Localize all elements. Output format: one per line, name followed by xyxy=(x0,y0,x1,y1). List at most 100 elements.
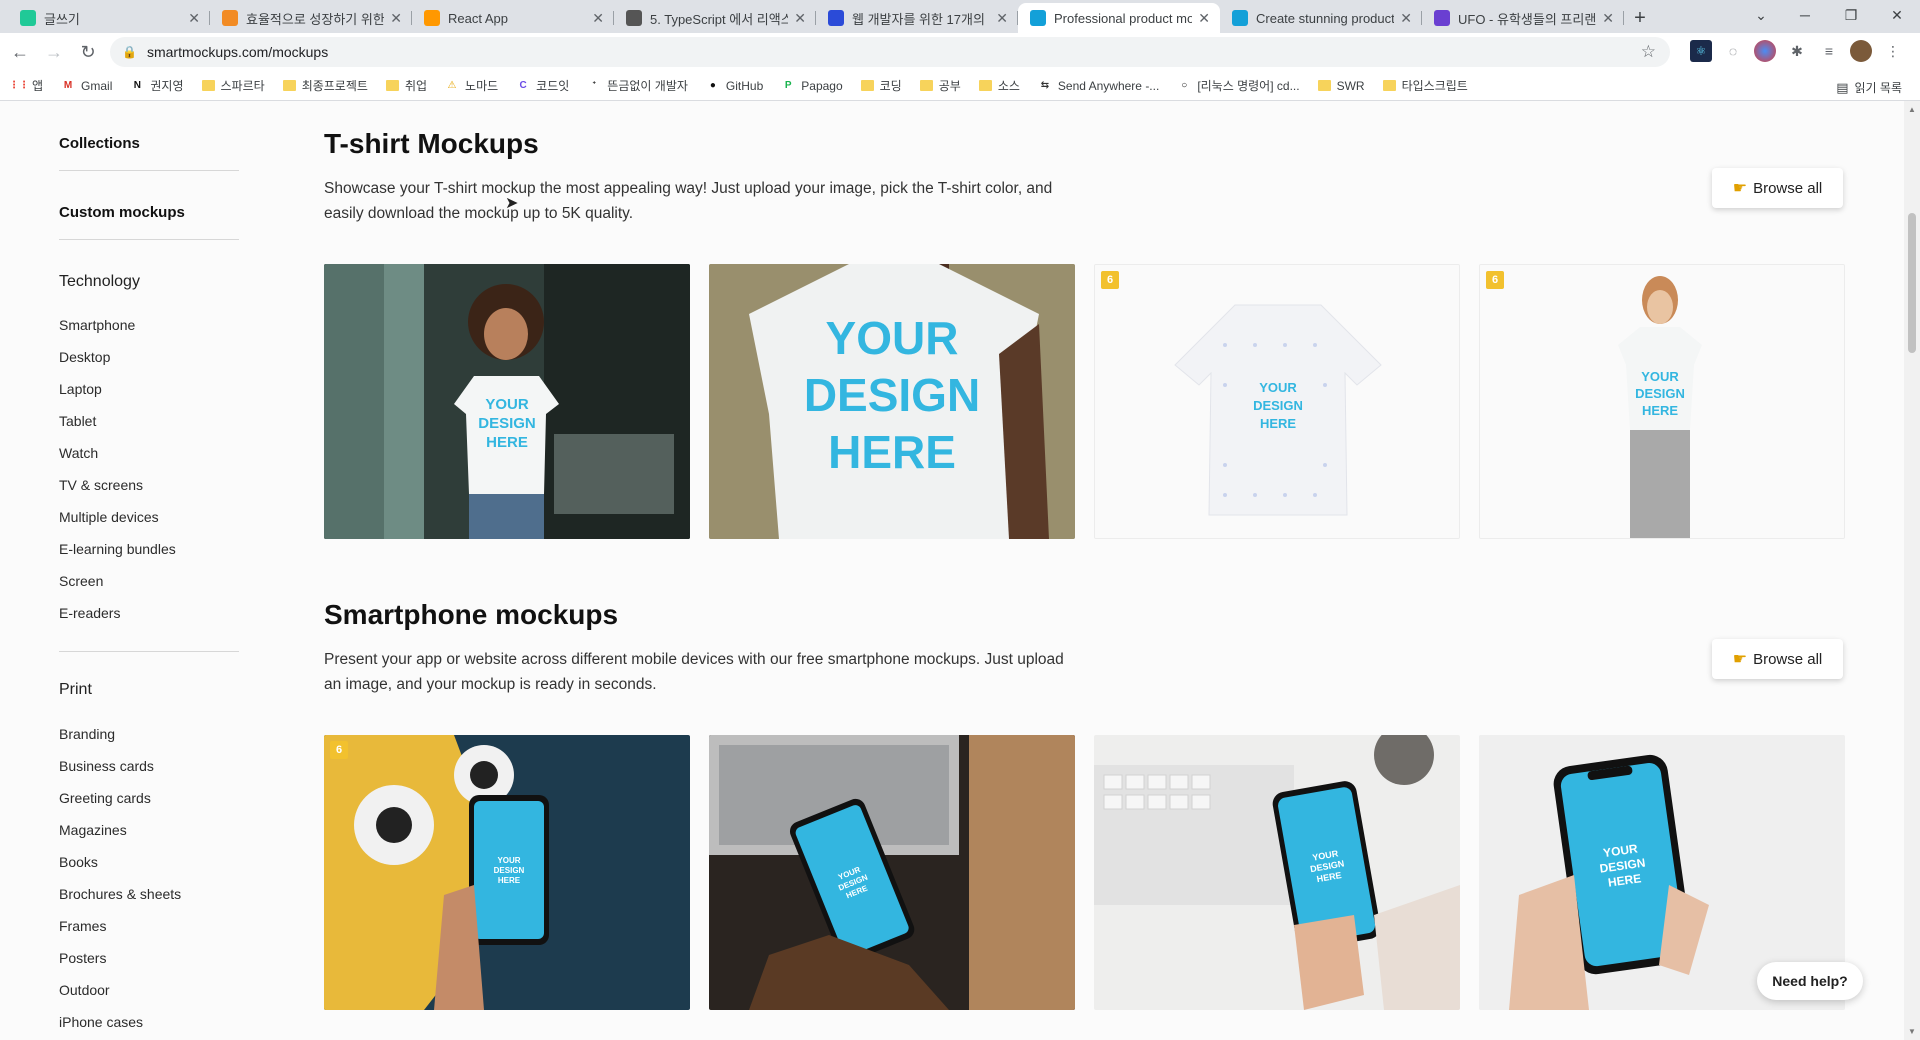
sidebar-item-frames[interactable]: Frames xyxy=(59,910,239,942)
browser-tab[interactable]: UFO - 유학생들의 프리랜 ✕ xyxy=(1422,3,1624,33)
bookmark-item[interactable]: 타입스크립트 xyxy=(1382,77,1468,94)
forward-button[interactable]: → xyxy=(40,38,68,66)
sidebar-item-watch[interactable]: Watch xyxy=(59,437,239,469)
tab-close-icon[interactable]: ✕ xyxy=(1198,10,1210,27)
sidebar-print-heading[interactable]: Print xyxy=(59,675,239,705)
sidebar-item-posters[interactable]: Posters xyxy=(59,942,239,974)
tab-close-icon[interactable]: ✕ xyxy=(592,10,604,27)
browser-tab[interactable]: 글쓰기 ✕ xyxy=(8,3,210,33)
bookmark-item[interactable]: ⚠ 노마드 xyxy=(445,77,499,94)
reading-list-button[interactable]: ▤ 읽기 목록 xyxy=(1836,79,1902,96)
bookmark-item[interactable]: ○ [리눅스 명령어] cd... xyxy=(1177,77,1299,94)
bookmark-item[interactable]: 소스 xyxy=(978,77,1020,94)
mockup-card-tshirt-3[interactable]: 6 YOUR DESIGN HERE xyxy=(1094,264,1460,539)
avatar[interactable] xyxy=(1850,40,1872,62)
sidebar-item-outdoor[interactable]: Outdoor xyxy=(59,974,239,1006)
bookmark-item[interactable]: SWR xyxy=(1317,79,1365,93)
sidebar-item-desktop[interactable]: Desktop xyxy=(59,341,239,373)
page-scrollbar[interactable]: ▲ ▼ xyxy=(1904,101,1920,1040)
tab-search-icon[interactable]: ⌄ xyxy=(1738,0,1784,30)
media-control-icon[interactable]: ≡ xyxy=(1818,40,1840,62)
tab-close-icon[interactable]: ✕ xyxy=(996,10,1008,27)
tab-title: 효율적으로 성장하기 위한 xyxy=(246,11,385,27)
folder-icon xyxy=(978,80,992,91)
minimize-button[interactable]: ─ xyxy=(1782,0,1828,30)
bookmark-item[interactable]: ⋮⋮ 앱 xyxy=(9,77,43,94)
mockup-card-smartphone-2[interactable]: YOUR DESIGN HERE xyxy=(709,735,1075,1010)
sidebar-item-laptop[interactable]: Laptop xyxy=(59,373,239,405)
color-picker-icon[interactable] xyxy=(1754,40,1776,62)
browse-all-tshirt-button[interactable]: ☛ Browse all xyxy=(1712,168,1843,208)
bookmark-item[interactable]: 취업 xyxy=(385,77,427,94)
sidebar-item-business-cards[interactable]: Business cards xyxy=(59,750,239,782)
sidebar-item-greeting-cards[interactable]: Greeting cards xyxy=(59,782,239,814)
bookmark-item[interactable]: ● GitHub xyxy=(706,79,763,93)
sidebar-item-iphone-cases[interactable]: iPhone cases xyxy=(59,1006,239,1038)
sidebar: Collections Custom mockups Technology Sm… xyxy=(59,101,239,1038)
browser-tab[interactable]: 효율적으로 성장하기 위한 ✕ xyxy=(210,3,412,33)
back-button[interactable]: ← xyxy=(6,38,34,66)
sidebar-item-tablet[interactable]: Tablet xyxy=(59,405,239,437)
tab-close-icon[interactable]: ✕ xyxy=(1602,10,1614,27)
bookmark-item[interactable]: M Gmail xyxy=(61,79,113,93)
scrollbar-thumb[interactable] xyxy=(1908,213,1916,353)
react-devtools-icon[interactable]: ⚛ xyxy=(1690,40,1712,62)
bookmark-item[interactable]: 코딩 xyxy=(860,77,902,94)
browser-tab[interactable]: React App ✕ xyxy=(412,3,614,33)
browser-tab[interactable]: Professional product moc ✕ xyxy=(1018,3,1220,33)
bookmark-item[interactable]: ⇆ Send Anywhere -... xyxy=(1038,79,1160,93)
bookmark-star-icon[interactable]: ☆ xyxy=(1641,42,1656,62)
bookmark-item[interactable]: N 권지영 xyxy=(130,77,184,94)
sidebar-technology-heading[interactable]: Technology xyxy=(59,267,239,297)
menu-kebab-icon[interactable]: ⋮ xyxy=(1882,40,1904,62)
sidebar-item-e-readers[interactable]: E-readers xyxy=(59,597,239,629)
folder-icon xyxy=(1317,80,1331,91)
mockup-card-smartphone-1[interactable]: 6 YOUR DESIGN HERE xyxy=(324,735,690,1010)
sidebar-collections[interactable]: Collections xyxy=(59,128,239,158)
scroll-up-arrow-icon[interactable]: ▲ xyxy=(1908,105,1916,114)
tab-close-icon[interactable]: ✕ xyxy=(188,10,200,27)
address-bar[interactable]: 🔒 smartmockups.com/mockups ☆ xyxy=(110,37,1670,67)
bookmark-item[interactable]: C 코드잇 xyxy=(516,77,570,94)
github-icon: ● xyxy=(709,80,716,91)
folder-icon xyxy=(201,80,215,91)
bookmark-item[interactable]: P Papago xyxy=(781,79,843,93)
puzzle-icon[interactable]: ✱ xyxy=(1786,40,1808,62)
sidebar-item-tv-screens[interactable]: TV & screens xyxy=(59,469,239,501)
sidebar-item-books[interactable]: Books xyxy=(59,846,239,878)
sidebar-item-branding[interactable]: Branding xyxy=(59,718,239,750)
browser-tab[interactable]: 5. TypeScript 에서 리액스 ✕ xyxy=(614,3,816,33)
tab-close-icon[interactable]: ✕ xyxy=(794,10,806,27)
browse-all-smartphone-button[interactable]: ☛ Browse all xyxy=(1712,639,1843,679)
bookmarks-bar: ⋮⋮ 앱 M Gmail N 권지영 스파르타 최종프로젝트 취업 ⚠ 노마드 C 코드잇 ᐩ 뜬금없이 개… xyxy=(0,71,1920,101)
sidebar-item-brochures-sheets[interactable]: Brochures & sheets xyxy=(59,878,239,910)
restore-button[interactable]: ❐ xyxy=(1828,0,1874,30)
sidebar-item-e-learning-bundles[interactable]: E-learning bundles xyxy=(59,533,239,565)
mockup-card-tshirt-2[interactable]: YOUR DESIGN HERE xyxy=(709,264,1075,539)
sidebar-item-magazines[interactable]: Magazines xyxy=(59,814,239,846)
mockup-card-tshirt-4[interactable]: 6 YOUR DESIGN HERE xyxy=(1479,264,1845,539)
bookmark-item[interactable]: 최종프로젝트 xyxy=(282,77,368,94)
sidebar-item-screen[interactable]: Screen xyxy=(59,565,239,597)
tab-close-icon[interactable]: ✕ xyxy=(390,10,402,27)
sidebar-custom-mockups[interactable]: Custom mockups xyxy=(59,197,239,227)
mockup-card-tshirt-1[interactable]: YOUR DESIGN HERE xyxy=(324,264,690,539)
reload-button[interactable]: ↻ xyxy=(74,38,102,66)
browser-tab[interactable]: 웹 개발자를 위한 17개의 ✕ xyxy=(816,3,1018,33)
need-help-button[interactable]: Need help? xyxy=(1757,962,1863,1000)
sidebar-item-multiple-devices[interactable]: Multiple devices xyxy=(59,501,239,533)
js-icon xyxy=(828,10,844,26)
new-tab-button[interactable]: + xyxy=(1624,3,1656,33)
sidebar-item-smartphone[interactable]: Smartphone xyxy=(59,309,239,341)
tab-close-icon[interactable]: ✕ xyxy=(1400,10,1412,27)
codeit-icon: C xyxy=(519,80,527,91)
browser-tab[interactable]: Create stunning product ✕ xyxy=(1220,3,1422,33)
bookmark-item[interactable]: ᐩ 뜬금없이 개발자 xyxy=(587,77,688,94)
mockup-card-smartphone-3[interactable]: YOUR DESIGN HERE xyxy=(1094,735,1460,1010)
bookmark-item[interactable]: 스파르타 xyxy=(201,77,265,94)
reading-list-icon: ▤ xyxy=(1836,79,1849,95)
bookmark-item[interactable]: 공부 xyxy=(919,77,961,94)
extension-icon[interactable]: ◌ xyxy=(1722,40,1744,62)
scroll-down-arrow-icon[interactable]: ▼ xyxy=(1908,1027,1916,1036)
close-window-button[interactable]: ✕ xyxy=(1874,0,1920,30)
